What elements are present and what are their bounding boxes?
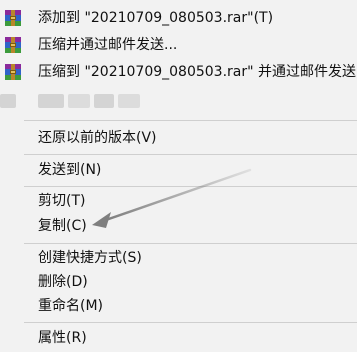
menu-item-create-shortcut[interactable]: 创建快捷方式(S) xyxy=(0,247,357,270)
menu-item-compress-and-email[interactable]: 压缩并通过邮件发送... xyxy=(0,34,357,57)
menu-item-label: 属性(R) xyxy=(38,330,87,346)
menu-item-label: 删除(D) xyxy=(38,274,88,290)
menu-item-label: 发送到(N) xyxy=(38,162,102,178)
menu-separator xyxy=(24,243,357,244)
menu-item-label: 创建快捷方式(S) xyxy=(38,250,142,266)
obscured-menu-item xyxy=(0,94,357,110)
menu-item-restore-previous-versions[interactable]: 还原以前的版本(V) xyxy=(0,127,357,150)
menu-item-cut[interactable]: 剪切(T) xyxy=(0,190,357,213)
menu-item-compress-to-archive-and-email[interactable]: 压缩到 "20210709_080503.rar" 并通过邮件发送 xyxy=(0,61,357,84)
menu-separator xyxy=(24,322,357,323)
menu-item-label: 还原以前的版本(V) xyxy=(38,130,157,146)
menu-item-add-to-archive[interactable]: 添加到 "20210709_080503.rar"(T) xyxy=(0,7,357,30)
winrar-icon xyxy=(5,64,21,80)
menu-item-rename[interactable]: 重命名(M) xyxy=(0,295,357,318)
menu-separator xyxy=(24,186,357,187)
blur-mask xyxy=(68,94,90,108)
blur-mask xyxy=(0,94,16,108)
menu-item-label: 压缩到 "20210709_080503.rar" 并通过邮件发送 xyxy=(38,64,357,80)
context-menu: 添加到 "20210709_080503.rar"(T) 压缩并通过邮件发送..… xyxy=(0,0,357,352)
menu-item-label: 压缩并通过邮件发送... xyxy=(38,37,178,53)
menu-item-delete[interactable]: 删除(D) xyxy=(0,271,357,294)
menu-item-label: 剪切(T) xyxy=(38,193,86,209)
winrar-icon xyxy=(5,10,21,26)
menu-item-copy[interactable]: 复制(C) xyxy=(0,215,357,238)
menu-item-label: 复制(C) xyxy=(38,218,87,234)
blur-mask xyxy=(94,94,114,108)
menu-item-send-to[interactable]: 发送到(N) xyxy=(0,159,357,182)
menu-item-label: 重命名(M) xyxy=(38,298,104,314)
menu-item-properties[interactable]: 属性(R) xyxy=(0,327,357,350)
menu-item-label: 添加到 "20210709_080503.rar"(T) xyxy=(38,10,274,26)
blur-mask xyxy=(118,94,140,108)
blur-mask xyxy=(38,94,64,108)
menu-separator xyxy=(24,154,357,155)
menu-separator xyxy=(24,120,357,121)
winrar-icon xyxy=(5,37,21,53)
